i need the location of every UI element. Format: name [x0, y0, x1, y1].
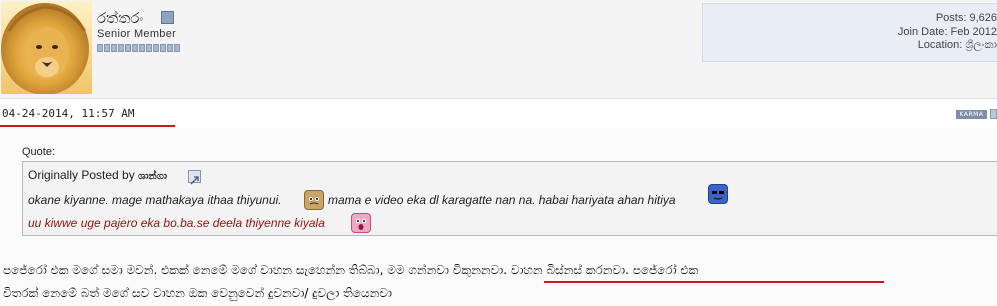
- quote-prefix: Originally Posted by: [28, 168, 135, 182]
- reputation-pip: [118, 44, 124, 52]
- post-text-line-1: පජේරෝ එක මගේ සමා මවන්. එකක් නෙමේ මගේ වාහ…: [3, 263, 699, 277]
- post-date: 04-24-2014, 11:57 AM: [2, 107, 135, 120]
- cool-smiley-icon: [708, 184, 728, 204]
- confused-smiley-icon: [304, 190, 324, 210]
- user-avatar[interactable]: [1, 1, 92, 94]
- quote-line-1b: mama e video eka dl karagatte nan na. ha…: [328, 193, 676, 207]
- quote-line-2: uu kiwwe uge pajero eka bo.ba.se deela t…: [28, 216, 325, 230]
- quote-line-1: okane kiyanne. mage mathakaya ithaa thiy…: [28, 193, 282, 207]
- user-title: Senior Member: [97, 28, 177, 40]
- date-underline-mark: [0, 125, 175, 127]
- post-count: Posts: 9,626: [935, 12, 997, 24]
- reputation-bar: [97, 44, 180, 52]
- reputation-pip: [139, 44, 145, 52]
- quote-label: Quote:: [22, 146, 56, 158]
- quote-author[interactable]: ශාන්ගා: [138, 171, 167, 182]
- post-text-line-2: විතරක් නෙමේ බත් මගේ සව වාහන ඔක වෙනුවෙන් …: [3, 286, 392, 300]
- report-post-icon[interactable]: [990, 109, 997, 119]
- username[interactable]: රත්තරං: [97, 9, 143, 27]
- user-info-panel: Posts: 9,626 Join Date: Feb 2012 Locatio…: [702, 3, 997, 62]
- header-divider: [0, 98, 997, 99]
- reputation-pip: [174, 44, 180, 52]
- reputation-pip: [125, 44, 131, 52]
- reputation-pip: [146, 44, 152, 52]
- reputation-pip: [97, 44, 103, 52]
- text-underline-mark: [544, 281, 884, 283]
- quote-attribution: Originally Posted by ශාන්ගා: [28, 168, 167, 182]
- reputation-pip: [153, 44, 159, 52]
- reputation-pip: [167, 44, 173, 52]
- shocked-smiley-icon: [351, 213, 371, 233]
- view-post-icon[interactable]: [188, 170, 201, 185]
- lion-avatar-image: [1, 1, 92, 94]
- online-status-icon: [161, 11, 174, 24]
- join-date: Join Date: Feb 2012: [897, 26, 997, 38]
- reputation-pip: [104, 44, 110, 52]
- reputation-pip: [160, 44, 166, 52]
- location: Location: ශ්‍රීලංකා: [917, 39, 997, 51]
- reputation-pip: [132, 44, 138, 52]
- karma-button[interactable]: KARMA: [956, 110, 987, 119]
- reputation-pip: [111, 44, 117, 52]
